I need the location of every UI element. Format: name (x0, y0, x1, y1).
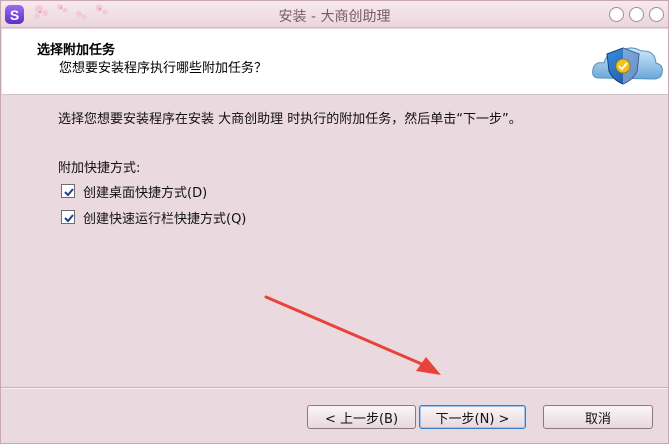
annotation-arrow-icon (264, 295, 441, 375)
page-title: 选择附加任务 (37, 43, 116, 58)
footer-divider (1, 387, 668, 389)
intro-text: 选择您想要安装程序在安装 大商创助理 时执行的附加任务，然后单击“下一步”。 (58, 112, 522, 127)
shortcut-group-label: 附加快捷方式: (58, 161, 141, 176)
checkmark-icon (64, 214, 74, 223)
quicklaunch-shortcut-checkbox[interactable] (61, 210, 75, 224)
title-bar[interactable]: S 安装 - 大商创助理 (1, 1, 668, 28)
desktop-shortcut-checkbox[interactable] (61, 184, 75, 198)
maximize-button[interactable] (629, 7, 644, 22)
quicklaunch-shortcut-option[interactable]: 创建快速运行栏快捷方式(Q) (61, 208, 247, 227)
close-button[interactable] (649, 7, 664, 22)
back-button[interactable]: < 上一步(B) (307, 405, 416, 429)
cloud-shield-logo-icon (592, 47, 663, 85)
installer-window: S 安装 - 大商创助理 选择附加任务 您想要安装程序执行哪些附加任务？ 选择您… (0, 0, 669, 444)
cancel-button[interactable]: 取消 (543, 405, 653, 429)
page-subtitle: 您想要安装程序执行哪些附加任务？ (59, 61, 268, 76)
quicklaunch-shortcut-label: 创建快速运行栏快捷方式(Q) (83, 211, 247, 227)
checkmark-icon (64, 188, 74, 197)
window-title: 安装 - 大商创助理 (278, 9, 391, 25)
minimize-button[interactable] (609, 7, 624, 22)
wizard-header: 选择附加任务 您想要安装程序执行哪些附加任务？ (2, 29, 668, 95)
next-button[interactable]: 下一步(N) > (419, 405, 526, 429)
desktop-shortcut-label: 创建桌面快捷方式(D) (83, 185, 208, 201)
desktop-shortcut-option[interactable]: 创建桌面快捷方式(D) (61, 182, 208, 201)
